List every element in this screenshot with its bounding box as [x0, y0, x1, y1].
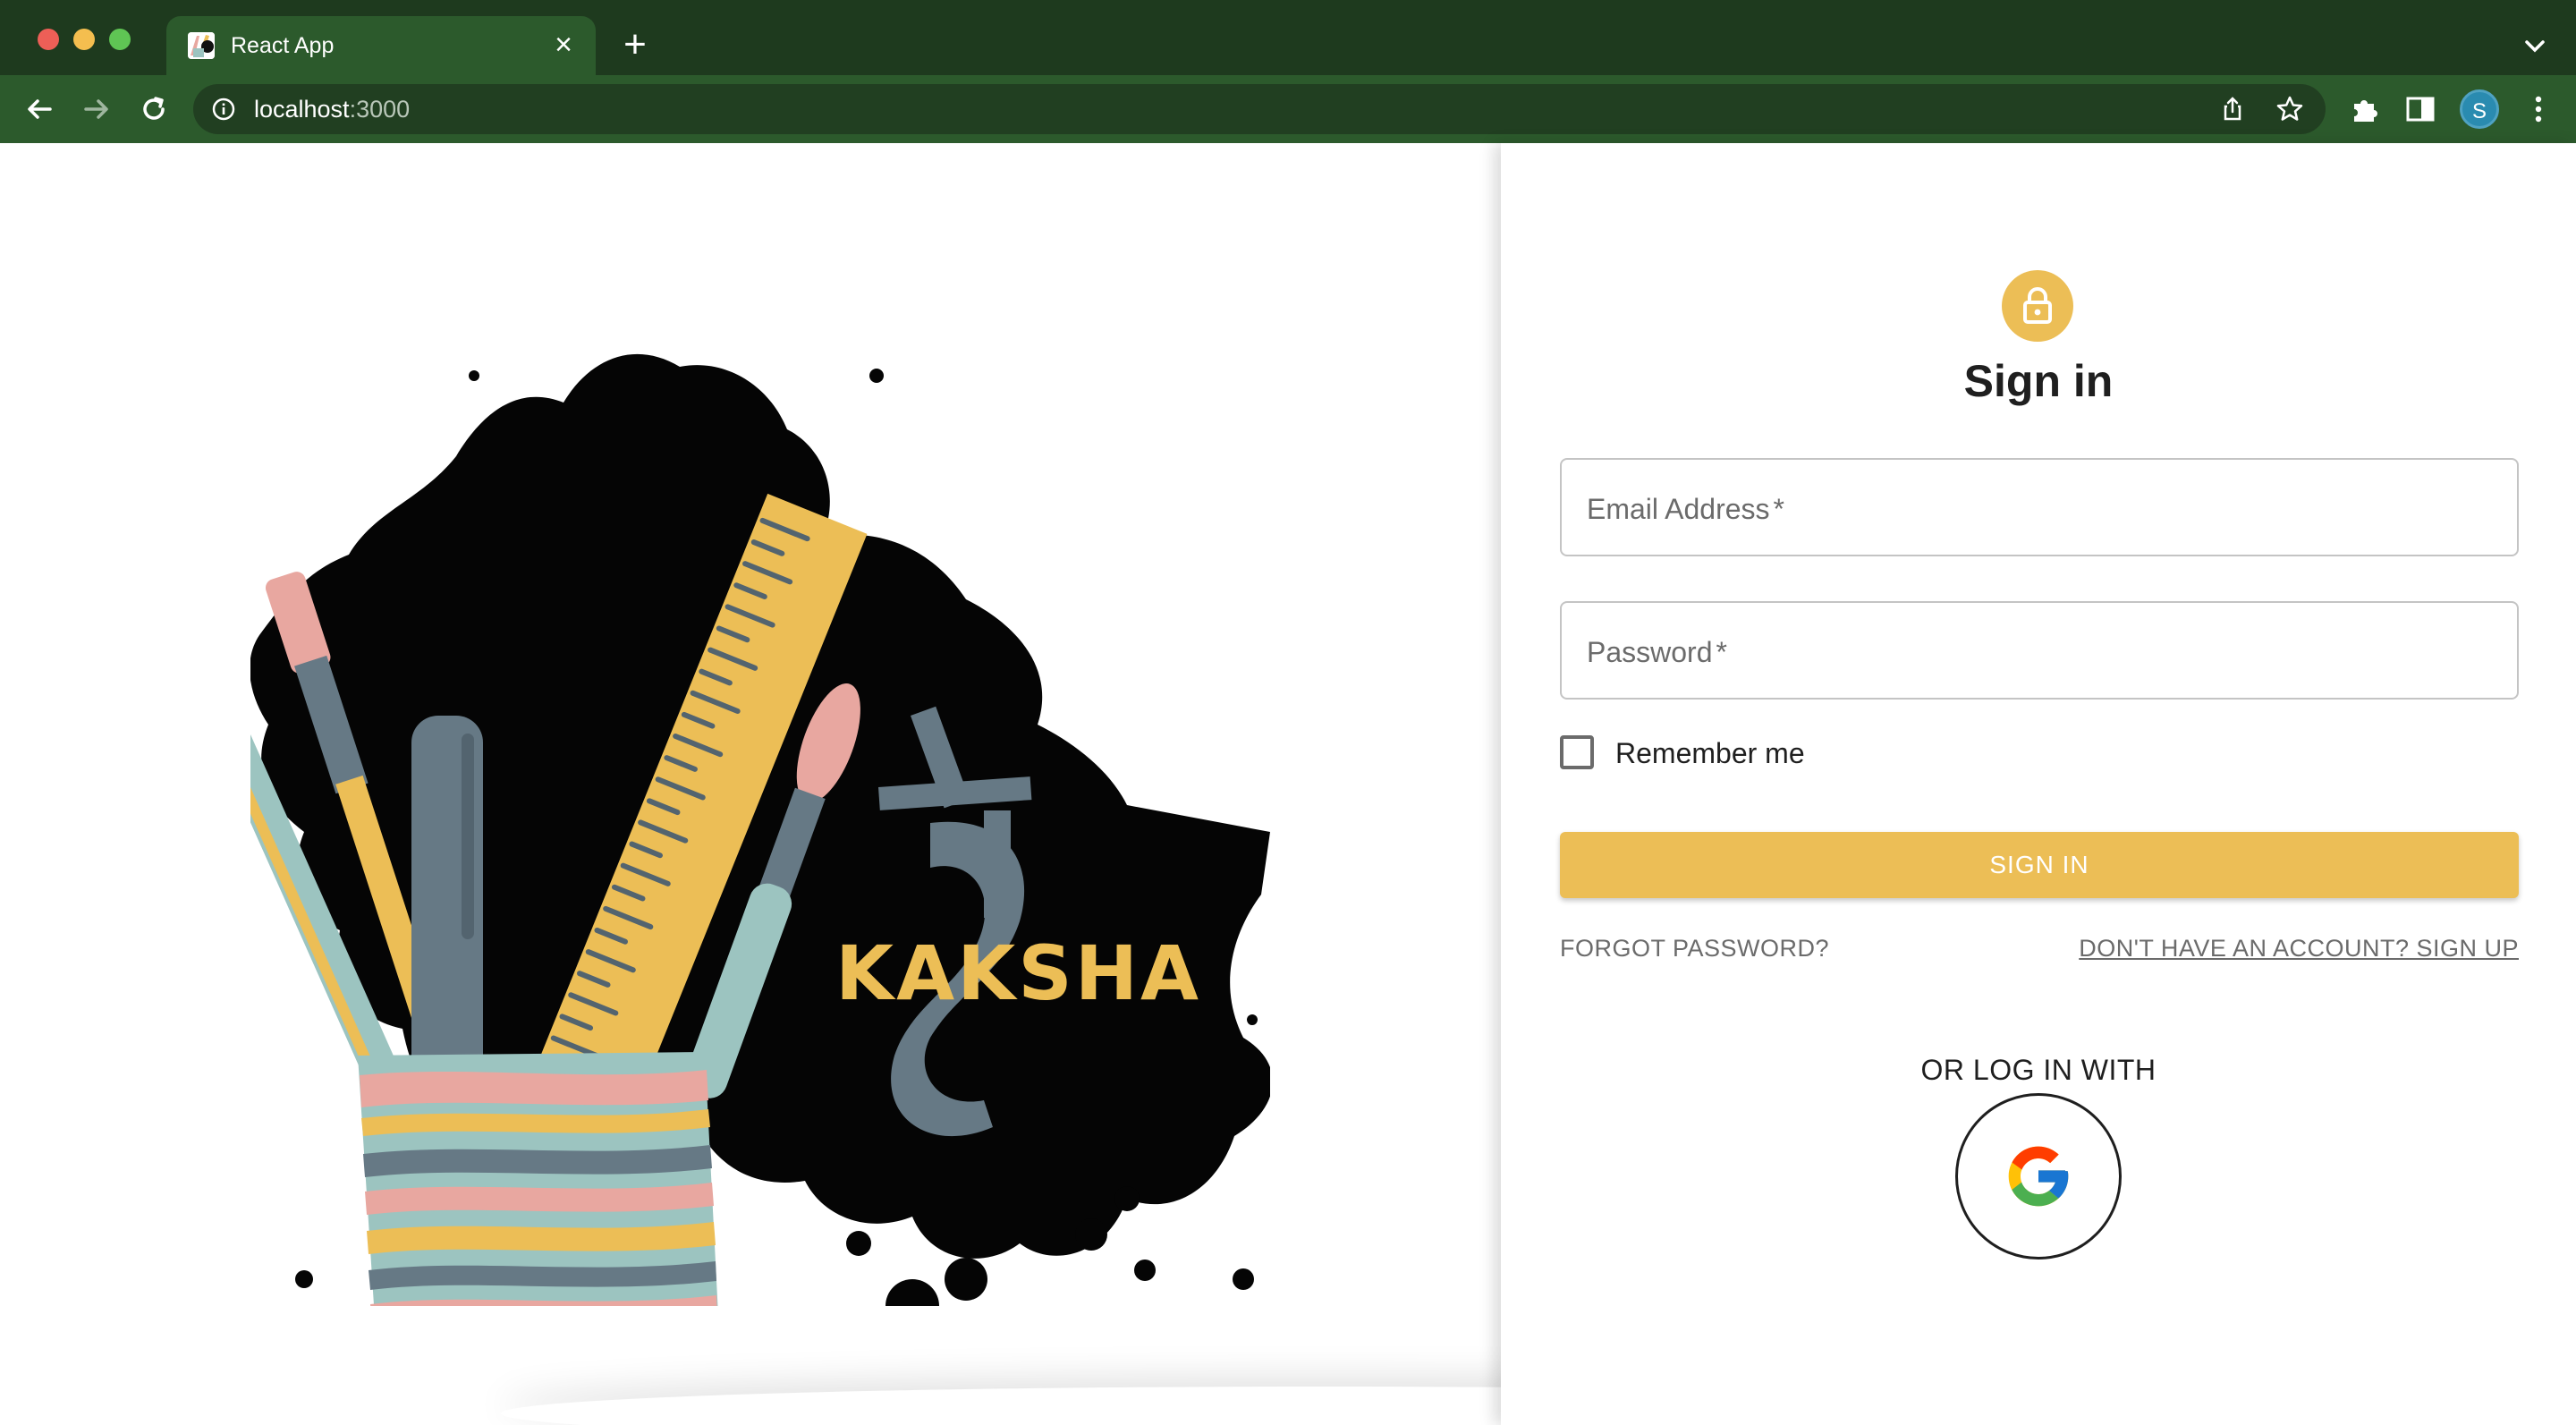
minimize-window-button[interactable]	[73, 29, 95, 50]
hero-panel: KAKSHA	[0, 143, 1501, 1425]
back-arrow-icon[interactable]	[20, 89, 59, 129]
url-port: :3000	[349, 96, 411, 123]
share-icon[interactable]	[2218, 95, 2247, 123]
email-field[interactable]: Email Address *	[1560, 458, 2519, 556]
google-icon	[2008, 1146, 2069, 1207]
tab-search-chevron-icon[interactable]	[2519, 30, 2551, 63]
page-viewport: KAKSHA Sign in Email Address * Password * …	[0, 143, 2576, 1425]
email-required-marker: *	[1773, 493, 1784, 525]
browser-window-chrome: React App × + localhost:3000 S	[0, 0, 2576, 143]
email-field-label: Email Address *	[1587, 492, 1784, 526]
tab-close-icon[interactable]: ×	[547, 29, 580, 61]
sign-up-link[interactable]: DON'T HAVE AN ACCOUNT? SIGN UP	[2079, 934, 2519, 963]
password-label-text: Password	[1587, 636, 1713, 668]
site-info-icon[interactable]	[211, 97, 236, 122]
password-field[interactable]: Password *	[1560, 601, 2519, 700]
kaksha-hero-illustration	[250, 354, 1270, 1306]
url-host: localhost	[254, 96, 350, 123]
reload-icon[interactable]	[134, 89, 174, 129]
side-panel-icon[interactable]	[2402, 91, 2438, 127]
bookmark-star-icon[interactable]	[2275, 95, 2304, 123]
remember-me-checkbox[interactable]	[1560, 735, 1594, 769]
remember-me-label[interactable]: Remember me	[1615, 737, 1805, 769]
maximize-window-button[interactable]	[109, 29, 131, 50]
browser-tab-active[interactable]: React App ×	[166, 16, 596, 75]
new-tab-plus-icon[interactable]: +	[615, 25, 655, 66]
address-bar[interactable]: localhost:3000	[193, 84, 2326, 134]
or-log-in-with-label: OR LOG IN WITH	[1920, 1054, 2157, 1086]
striped-cup	[358, 1052, 718, 1306]
kaksha-logo-text: KAKSHA	[835, 929, 1202, 1017]
sign-in-title: Sign in	[1963, 356, 2114, 406]
tab-favicon-icon	[188, 32, 215, 59]
email-label-text: Email Address	[1587, 493, 1770, 525]
tab-title: React App	[231, 33, 335, 58]
lock-avatar	[2002, 270, 2073, 342]
password-required-marker: *	[1716, 636, 1727, 668]
lock-icon	[2023, 287, 2052, 324]
password-field-label: Password *	[1587, 635, 1727, 669]
google-login-button[interactable]	[1955, 1093, 2122, 1260]
browser-menu-kebab-icon[interactable]	[2521, 91, 2556, 127]
forward-arrow-icon[interactable]	[77, 89, 116, 129]
sign-in-button[interactable]: SIGN IN	[1560, 832, 2519, 898]
extensions-puzzle-icon[interactable]	[2347, 91, 2383, 127]
close-window-button[interactable]	[38, 29, 59, 50]
sign-in-panel: Sign in Email Address * Password * Remembe…	[1501, 143, 2576, 1425]
url-text: localhost:3000	[254, 96, 410, 123]
tab-strip: React App × +	[0, 0, 2576, 75]
marker-slate	[411, 716, 483, 1109]
profile-avatar[interactable]: S	[2460, 89, 2499, 129]
forgot-password-link[interactable]: FORGOT PASSWORD?	[1560, 934, 1829, 963]
browser-toolbar: localhost:3000 S	[0, 75, 2576, 143]
